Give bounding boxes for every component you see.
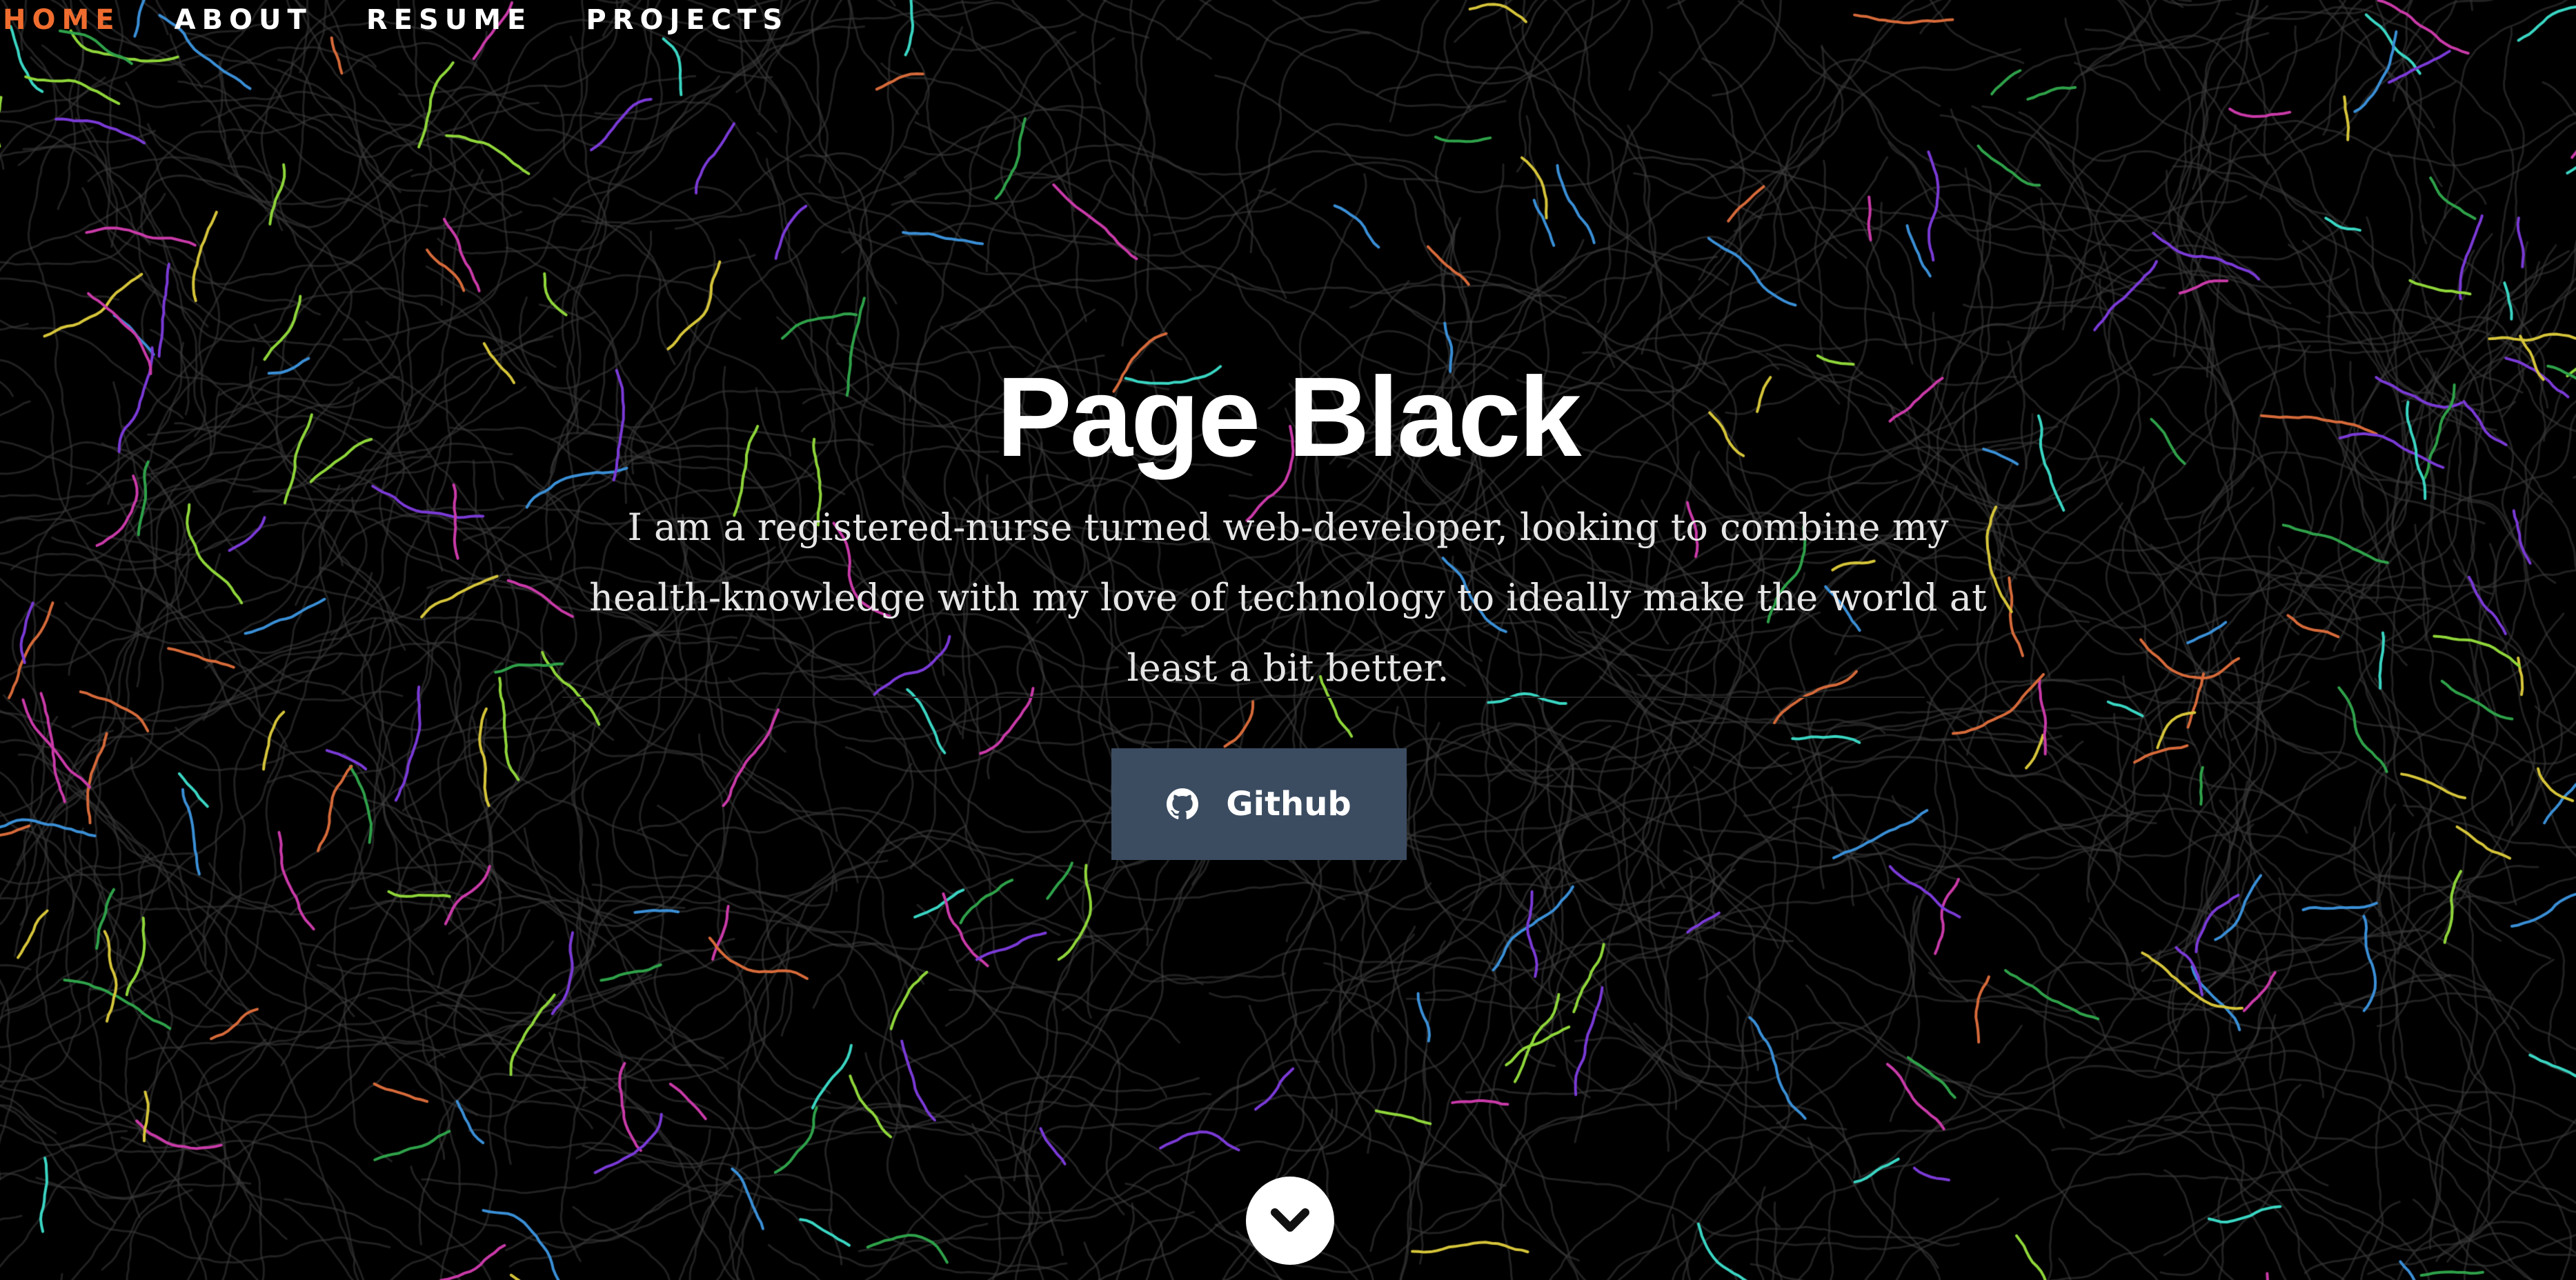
page-title: Page Black [996,353,1581,480]
nav-resume-link[interactable]: RESUME [366,4,533,36]
top-nav: HOME ABOUT RESUME PROJECTS [3,4,789,36]
hero-tagline: I am a registered-nurse turned web-devel… [589,506,1987,690]
chevron-down-icon [1271,1208,1309,1232]
nav-home-link[interactable]: HOME [3,4,121,36]
github-icon [1167,788,1199,819]
nav-projects-link[interactable]: PROJECTS [586,4,789,36]
github-button[interactable]: Github [1111,748,1407,860]
hero-section: Page Black I am a registered-nurse turne… [0,0,2576,1280]
scroll-down-button[interactable] [1246,1177,1334,1265]
page: HOME ABOUT RESUME PROJECTS Page Black I … [0,0,2576,1280]
nav-about-link[interactable]: ABOUT [175,4,313,36]
github-button-label: Github [1226,785,1351,823]
hero-divider [562,697,1925,698]
